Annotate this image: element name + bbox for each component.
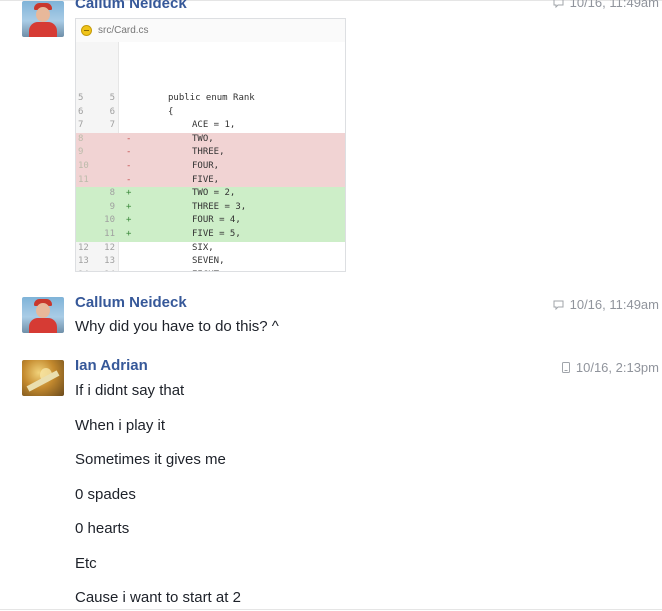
new-line-number: 11 bbox=[104, 229, 115, 239]
diff-marker: + bbox=[126, 188, 132, 199]
code-text: TWO = 2, bbox=[192, 188, 236, 199]
diff-line: 8 - TWO, bbox=[76, 132, 345, 147]
new-line-number: 10 bbox=[104, 215, 115, 226]
mobile-phone-icon bbox=[561, 362, 570, 373]
avatar-shirt bbox=[29, 22, 57, 37]
code-text: FIVE, bbox=[192, 174, 220, 185]
old-line-number: 14 bbox=[78, 269, 90, 271]
code-attachment[interactable]: src/Card.cs 5 5 public enum Rank 6 6 {7 7 ACE =… bbox=[75, 18, 346, 272]
code-text: FIVE = 5, bbox=[192, 229, 241, 239]
diff-line: 12 12 SIX, bbox=[76, 242, 345, 256]
old-line-number: 5 bbox=[78, 93, 84, 103]
new-line-number: 5 bbox=[109, 93, 115, 103]
author-name[interactable]: Callum Neideck bbox=[75, 294, 187, 311]
old-line-number: 13 bbox=[78, 256, 89, 267]
diff-line: 6 6 { bbox=[76, 106, 345, 120]
message-timestamp[interactable]: 10/16, 2:13pm bbox=[561, 360, 659, 375]
message-text: Etc bbox=[75, 555, 97, 572]
message-text: 0 spades bbox=[75, 486, 136, 503]
diff-line: 10 - FOUR, bbox=[76, 160, 345, 174]
chat-bubble-icon bbox=[553, 300, 564, 310]
diff-marker: + bbox=[126, 201, 132, 212]
code-text: SEVEN, bbox=[192, 256, 225, 267]
message-text: If i didnt say that bbox=[75, 382, 185, 399]
code-text: public enum Rank bbox=[168, 93, 255, 103]
code-text: THREE, bbox=[192, 147, 225, 158]
diff-line: 8 + TWO = 2, bbox=[76, 187, 345, 201]
code-text: FOUR = 4, bbox=[192, 215, 241, 226]
attachment-header: src/Card.cs bbox=[76, 19, 345, 41]
message-text: Sometimes it gives me bbox=[75, 451, 226, 468]
message-text: 0 hearts bbox=[75, 520, 130, 537]
old-line-number: 10 bbox=[78, 161, 89, 171]
code-text: THREE = 3, bbox=[192, 201, 247, 212]
diff-line: 5 5 public enum Rank bbox=[76, 92, 345, 106]
new-line-number: 6 bbox=[109, 106, 115, 117]
diff-line: 11 - FIVE, bbox=[76, 173, 345, 188]
diff-line: 7 7 ACE = 1, bbox=[76, 119, 345, 133]
old-line-number: 6 bbox=[78, 106, 84, 117]
new-line-number: 8 bbox=[109, 188, 115, 199]
chat-bubble-icon bbox=[553, 0, 564, 8]
code-text: TWO, bbox=[192, 133, 214, 144]
diff-line: 13 13 SEVEN, bbox=[76, 255, 345, 269]
message-timestamp[interactable]: 10/16, 11:49am bbox=[553, 0, 659, 10]
file-icon bbox=[81, 24, 92, 36]
avatar[interactable] bbox=[22, 1, 64, 37]
code-text: ACE = 1, bbox=[192, 120, 236, 131]
code-text: SIX, bbox=[192, 242, 214, 253]
code-text: FOUR, bbox=[192, 161, 220, 171]
message-text: Cause i want to start at 2 bbox=[75, 589, 241, 606]
diff-marker: + bbox=[126, 229, 132, 239]
new-line-number: 14 bbox=[103, 269, 115, 271]
avatar[interactable] bbox=[22, 297, 64, 333]
new-line-number: 7 bbox=[109, 120, 115, 131]
new-line-number: 9 bbox=[109, 201, 115, 212]
old-line-number: 8 bbox=[78, 133, 84, 144]
diff-marker: - bbox=[126, 161, 132, 171]
message-text: When i play it bbox=[75, 417, 166, 434]
old-line-number: 11 bbox=[78, 174, 89, 185]
diff-line: 11 + FIVE = 5, bbox=[76, 228, 345, 242]
diff-line: 10 + FOUR = 4, bbox=[76, 214, 345, 228]
diff-line: 9 - THREE, bbox=[76, 146, 345, 160]
new-line-number: 13 bbox=[104, 256, 115, 267]
code-text: { bbox=[168, 106, 174, 117]
timestamp-text: 10/16, 11:49am bbox=[569, 297, 659, 312]
avatar[interactable] bbox=[22, 360, 64, 396]
timestamp-text: 10/16, 11:49am bbox=[569, 0, 659, 10]
avatar-face bbox=[36, 303, 50, 318]
old-line-number: 7 bbox=[78, 120, 84, 131]
bottom-divider bbox=[0, 609, 662, 610]
message-timestamp[interactable]: 10/16, 11:49am bbox=[553, 297, 659, 312]
old-line-number: 9 bbox=[78, 147, 84, 158]
diff-marker: + bbox=[126, 215, 132, 226]
avatar-face bbox=[36, 7, 50, 22]
message-text: Why did you have to do this? ^ bbox=[75, 318, 279, 335]
author-name[interactable]: Callum Neideck bbox=[75, 0, 187, 12]
timestamp-text: 10/16, 2:13pm bbox=[575, 360, 659, 375]
diff-marker: - bbox=[126, 133, 132, 144]
old-line-number: 12 bbox=[78, 242, 89, 253]
attachment-filename: src/Card.cs bbox=[98, 24, 149, 36]
diff-line: 9 + THREE = 3, bbox=[76, 200, 345, 215]
diff-marker: - bbox=[126, 174, 132, 185]
code-text: EIGHT, bbox=[192, 269, 225, 271]
diff-view: 5 5 public enum Rank 6 6{7 7 ACE = 1, 8- TWO, 9- T… bbox=[76, 42, 345, 271]
new-line-number: 12 bbox=[104, 242, 115, 253]
diff-line: 14 14 EIGHT, bbox=[76, 269, 345, 271]
author-name[interactable]: Ian Adrian bbox=[75, 357, 148, 374]
diff-marker: - bbox=[126, 147, 132, 158]
avatar-shirt bbox=[29, 318, 57, 333]
